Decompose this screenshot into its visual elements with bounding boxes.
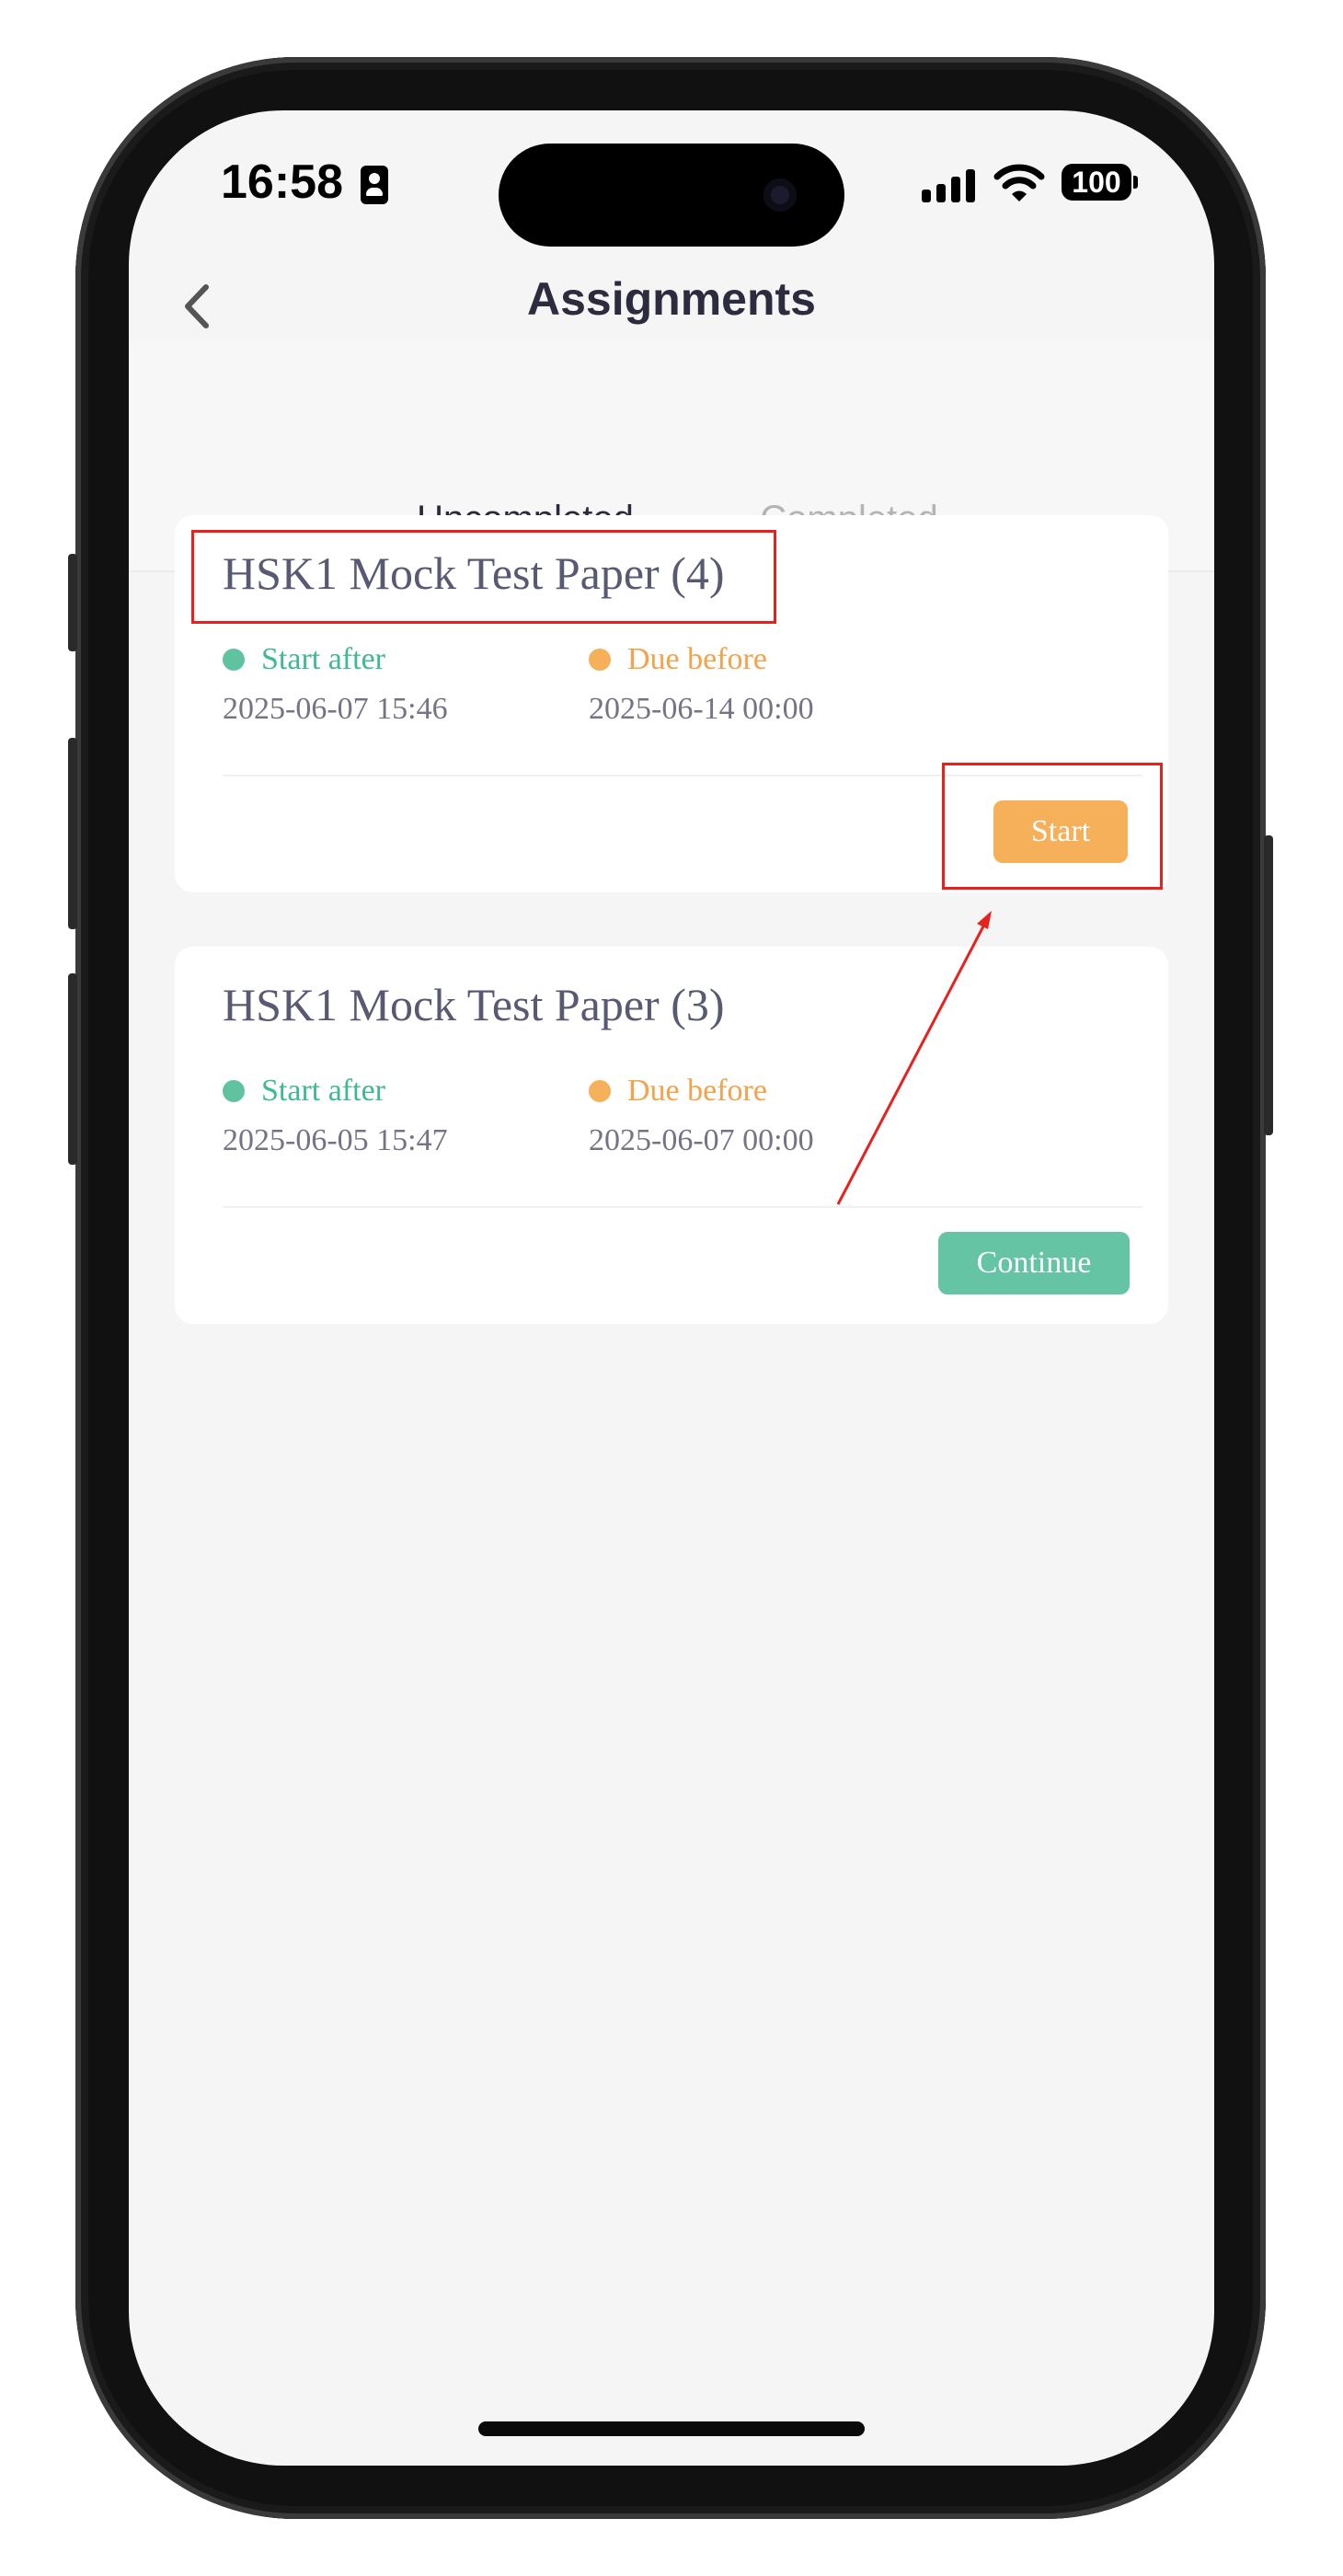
start-after-label: Start after bbox=[223, 1074, 385, 1109]
start-after-label: Start after bbox=[223, 642, 385, 677]
assignment-card[interactable]: HSK1 Mock Test Paper (4) Start after Due… bbox=[175, 515, 1168, 892]
app-screen: 16:58 100 Assignments Uncompleted Comple… bbox=[129, 110, 1214, 2466]
volume-up-button bbox=[68, 738, 77, 929]
start-button[interactable]: Start bbox=[993, 800, 1128, 863]
wifi-icon bbox=[993, 164, 1045, 201]
dynamic-island bbox=[499, 144, 844, 247]
assignment-title: HSK1 Mock Test Paper (3) bbox=[223, 979, 725, 1030]
start-after-value: 2025-06-07 15:46 bbox=[223, 692, 448, 726]
power-button bbox=[1264, 835, 1273, 1135]
orange-dot-icon bbox=[589, 1080, 611, 1102]
action-button bbox=[68, 554, 77, 651]
due-before-value: 2025-06-14 00:00 bbox=[589, 692, 814, 726]
assignment-title: HSK1 Mock Test Paper (4) bbox=[223, 547, 725, 599]
assignment-card[interactable]: HSK1 Mock Test Paper (3) Start after Due… bbox=[175, 947, 1168, 1324]
battery-icon: 100 bbox=[1062, 164, 1138, 201]
due-before-label: Due before bbox=[589, 642, 767, 677]
home-indicator bbox=[478, 2421, 865, 2436]
start-after-value: 2025-06-05 15:47 bbox=[223, 1123, 448, 1157]
due-before-value: 2025-06-07 00:00 bbox=[589, 1123, 814, 1157]
card-divider bbox=[223, 775, 1142, 776]
cellular-signal-icon bbox=[922, 169, 977, 202]
status-bar: 16:58 100 bbox=[129, 110, 1214, 258]
due-before-label: Due before bbox=[589, 1074, 767, 1109]
volume-down-button bbox=[68, 973, 77, 1165]
green-dot-icon bbox=[223, 1080, 245, 1102]
green-dot-icon bbox=[223, 649, 245, 671]
page-title: Assignments bbox=[527, 273, 816, 325]
status-time: 16:58 bbox=[221, 155, 343, 209]
card-divider bbox=[223, 1206, 1142, 1208]
orange-dot-icon bbox=[589, 649, 611, 671]
continue-button[interactable]: Continue bbox=[938, 1232, 1130, 1294]
camera-icon bbox=[763, 178, 797, 212]
contact-card-icon bbox=[361, 166, 388, 204]
